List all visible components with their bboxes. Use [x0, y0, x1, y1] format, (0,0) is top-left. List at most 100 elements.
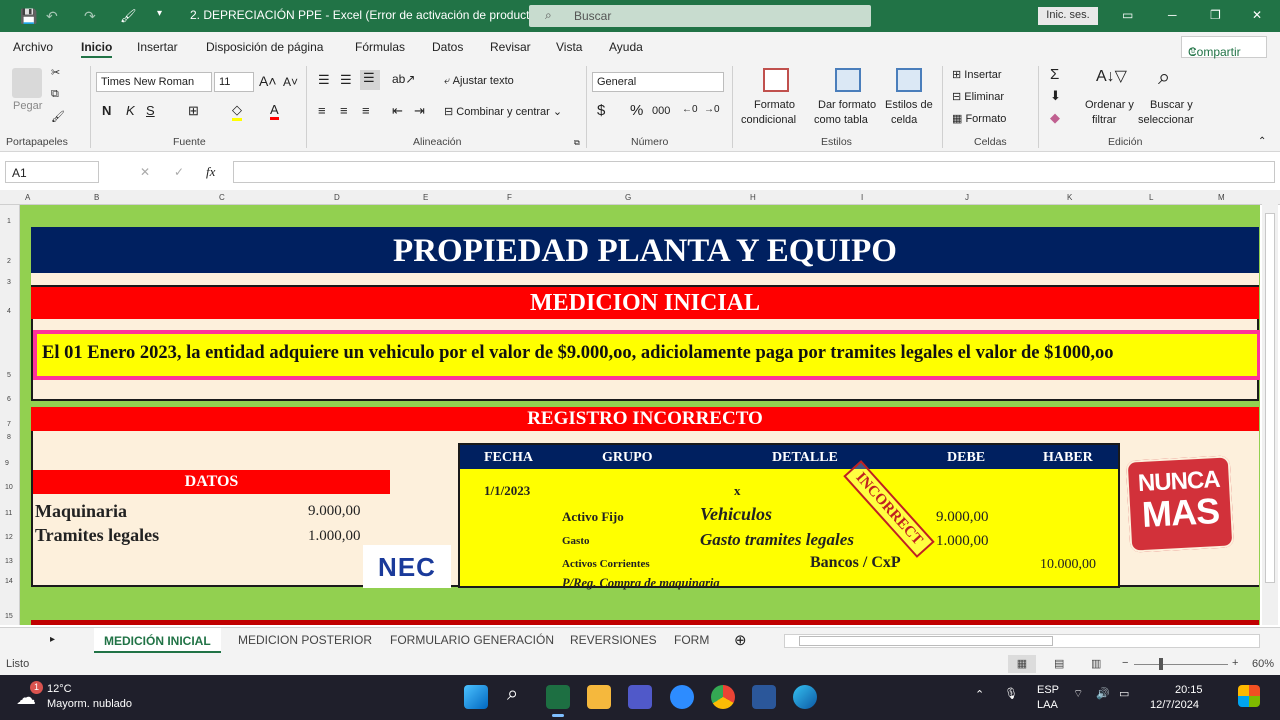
number-format-dropdown[interactable]: General — [592, 72, 724, 92]
align-right-icon[interactable]: ≡ — [362, 103, 370, 118]
row-7[interactable]: 7 — [7, 421, 11, 428]
menu-vista[interactable]: Vista — [556, 40, 582, 54]
col-b[interactable]: B — [94, 193, 99, 202]
underline-icon[interactable]: S — [146, 103, 155, 118]
cond-format-label-1[interactable]: Formato — [754, 99, 795, 111]
cut-icon[interactable]: ✂ — [51, 66, 60, 79]
fill-icon[interactable]: ⬇ — [1050, 88, 1061, 104]
decrease-decimal-icon[interactable]: →0 — [704, 104, 720, 115]
format-table-label-1[interactable]: Dar formato — [818, 99, 876, 111]
autosum-icon[interactable]: Σ — [1050, 66, 1059, 83]
row-2[interactable]: 2 — [7, 258, 11, 265]
row-11[interactable]: 11 — [5, 510, 12, 517]
sort-label-2[interactable]: filtrar — [1092, 114, 1116, 126]
find-select-icon[interactable]: ⌕ — [1158, 64, 1170, 90]
wrap-text-button[interactable]: ⤶ Ajustar texto — [444, 75, 514, 88]
format-cells-button[interactable]: ▦ Formato — [952, 112, 1006, 125]
font-size-dropdown[interactable]: 11 — [214, 72, 254, 92]
file-explorer-icon[interactable] — [587, 685, 611, 709]
bold-icon[interactable]: N — [102, 103, 111, 118]
minimize-icon[interactable]: ─ — [1168, 8, 1177, 22]
zoom-in-icon[interactable]: + — [1232, 657, 1238, 669]
col-l[interactable]: L — [1149, 193, 1153, 202]
row-6[interactable]: 6 — [7, 396, 11, 403]
formula-input[interactable] — [233, 161, 1275, 183]
col-a[interactable]: A — [25, 193, 30, 202]
fill-color-quick-icon[interactable]: 🖌 — [120, 8, 137, 24]
cond-format-label-2[interactable]: condicional — [741, 114, 796, 126]
ribbon-display-icon[interactable]: ▭ — [1122, 8, 1133, 22]
taskbar-search-icon[interactable]: ⌕ — [507, 683, 518, 706]
undo-icon[interactable]: ↶ — [46, 8, 58, 25]
italic-icon[interactable]: K — [126, 103, 135, 118]
paste-icon[interactable] — [12, 68, 42, 98]
shrink-font-icon[interactable]: A˅ — [283, 75, 298, 89]
edge-icon[interactable] — [793, 685, 817, 709]
align-bottom-icon[interactable]: ☰ — [360, 70, 380, 90]
wifi-icon[interactable]: ⌔ — [1073, 687, 1083, 701]
align-left-icon[interactable]: ≡ — [318, 103, 326, 118]
page-break-icon[interactable]: ▥ — [1091, 657, 1101, 670]
cancel-formula-icon[interactable]: ✕ — [140, 165, 150, 179]
decrease-indent-icon[interactable]: ⇤ — [392, 103, 403, 119]
row-10[interactable]: 10 — [5, 484, 13, 491]
horizontal-scrollbar[interactable] — [784, 634, 1260, 648]
vertical-scrollbar[interactable] — [1262, 195, 1278, 625]
increase-indent-icon[interactable]: ⇥ — [414, 103, 425, 119]
vertical-scroll-thumb[interactable] — [1265, 213, 1275, 583]
redo-icon[interactable]: ↷ — [84, 8, 96, 25]
restore-icon[interactable]: ❐ — [1210, 8, 1221, 22]
menu-formulas[interactable]: Fórmulas — [355, 40, 405, 54]
format-table-label-2[interactable]: como tabla — [814, 114, 868, 126]
zoom-slider[interactable] — [1134, 664, 1228, 665]
close-icon[interactable]: ✕ — [1252, 8, 1262, 22]
tab-scroll-right-icon[interactable]: ▸ — [50, 634, 55, 645]
cell-styles-label-1[interactable]: Estilos de — [885, 99, 933, 111]
borders-icon[interactable]: ⊞ — [188, 103, 199, 119]
font-name-dropdown[interactable]: Times New Roman — [96, 72, 212, 92]
zoom-level[interactable]: 60% — [1252, 658, 1274, 670]
row-5[interactable]: 5 — [7, 372, 11, 379]
clock-time[interactable]: 20:15 — [1175, 684, 1203, 696]
row-1[interactable]: 1 — [7, 218, 11, 225]
col-k[interactable]: K — [1067, 193, 1072, 202]
menu-inicio[interactable]: Inicio — [81, 40, 113, 58]
merge-center-button[interactable]: ⊟ Combinar y centrar ⌄ — [444, 105, 562, 118]
zoom-slider-handle[interactable] — [1159, 658, 1163, 670]
name-box[interactable]: A1 — [5, 161, 99, 183]
col-j[interactable]: J — [965, 193, 969, 202]
fill-color-icon[interactable]: ◇ — [232, 102, 242, 121]
worksheet[interactable]: PROPIEDAD PLANTA Y EQUIPO MEDICION INICI… — [20, 205, 1260, 625]
clock-date[interactable]: 12/7/2024 — [1150, 699, 1199, 711]
col-e[interactable]: E — [423, 193, 428, 202]
format-table-icon[interactable] — [835, 68, 861, 92]
menu-archivo[interactable]: Archivo — [13, 40, 53, 54]
row-9[interactable]: 9 — [5, 460, 9, 467]
cell-styles-label-2[interactable]: celda — [891, 114, 917, 126]
alignment-launcher-icon[interactable]: ⧉ — [574, 138, 580, 148]
battery-icon[interactable]: ▭ — [1119, 687, 1129, 700]
excel-icon[interactable] — [546, 685, 570, 709]
tab-reversiones[interactable]: REVERSIONES — [570, 633, 657, 647]
menu-disposicion[interactable]: Disposición de página — [206, 40, 323, 54]
sign-in-button[interactable]: Inic. ses. — [1038, 7, 1098, 25]
cell-styles-icon[interactable] — [896, 68, 922, 92]
col-f[interactable]: F — [507, 193, 512, 202]
col-g[interactable]: G — [625, 193, 631, 202]
teams-icon[interactable] — [628, 685, 652, 709]
col-i[interactable]: I — [861, 193, 863, 202]
font-color-icon[interactable]: A — [270, 102, 279, 120]
col-m[interactable]: M — [1218, 193, 1225, 202]
menu-ayuda[interactable]: Ayuda — [609, 40, 643, 54]
lang-1[interactable]: ESP — [1037, 684, 1059, 696]
customize-qat-icon[interactable]: ▾ — [157, 8, 162, 19]
zoom-out-icon[interactable]: − — [1122, 657, 1128, 669]
sort-label-1[interactable]: Ordenar y — [1085, 99, 1134, 111]
tray-chevron-icon[interactable]: ⌃ — [975, 688, 984, 701]
find-label-1[interactable]: Buscar y — [1150, 99, 1193, 111]
search-box[interactable]: ⌕ Buscar — [529, 5, 871, 27]
comma-style-icon[interactable]: 000 — [652, 105, 670, 117]
share-button[interactable]: ⇪ Compartir — [1181, 36, 1267, 59]
delete-cells-button[interactable]: ⊟ Eliminar — [952, 90, 1004, 103]
find-label-2[interactable]: seleccionar — [1138, 114, 1194, 126]
